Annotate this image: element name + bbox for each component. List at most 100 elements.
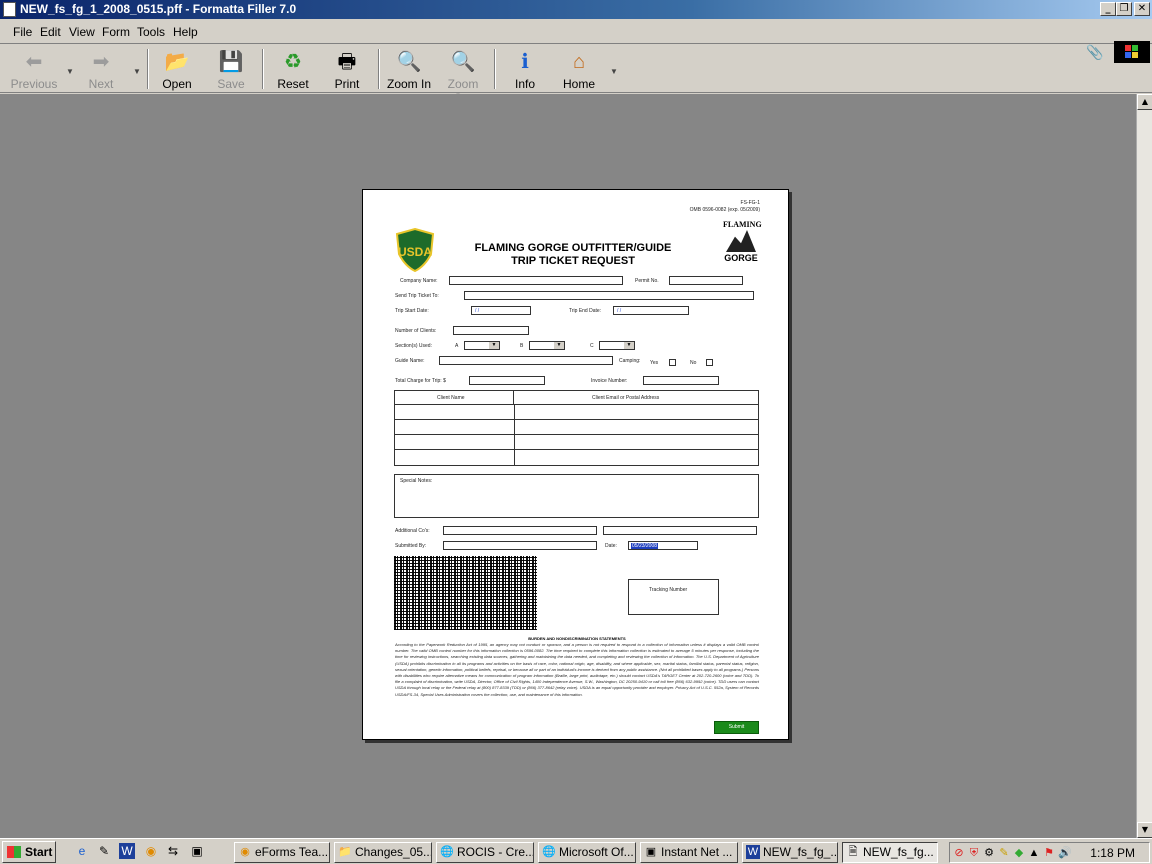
form-page: FS-FG-1 OMB 0596-0082 (exp. 05/2009) USD… (362, 189, 789, 740)
scroll-up-icon[interactable]: ▲ (1137, 94, 1152, 110)
camping-yes-checkbox[interactable] (669, 359, 676, 366)
submitted-by-field[interactable] (443, 541, 597, 550)
task-word-doc[interactable]: W NEW_fs_fg_... (742, 842, 838, 863)
reset-button[interactable]: ♻ Reset (268, 49, 318, 93)
open-button[interactable]: 📂 Open (152, 49, 202, 93)
print-button[interactable]: 🖶 Print (322, 49, 372, 93)
windows-flag-icon (7, 846, 21, 858)
network-icon[interactable]: ⇆ (165, 843, 181, 859)
close-button[interactable]: ✕ (1134, 2, 1150, 16)
floppy-disk-icon: 💾 (218, 51, 244, 73)
task-changes[interactable]: 📁 Changes_05... (334, 842, 432, 863)
special-notes-field[interactable]: Special Notes: (394, 474, 759, 518)
next-button[interactable]: ➡ Next (76, 49, 126, 93)
usda-logo-text: USDA (398, 245, 432, 259)
date-field[interactable]: 05/23/2008 (628, 541, 698, 550)
omb-number: OMB 0596-0082 (exp. 05/2009) (689, 207, 760, 213)
section-a-select[interactable]: ▼ (464, 341, 500, 350)
menu-edit[interactable]: Edit (40, 25, 61, 39)
start-button[interactable]: Start (2, 841, 56, 863)
document-view[interactable]: FS-FG-1 OMB 0596-0082 (exp. 05/2009) USD… (0, 94, 1136, 838)
word-icon: W (746, 845, 760, 859)
toolbar-separator (147, 49, 149, 89)
task-instant-net[interactable]: ▣ Instant Net ... (640, 842, 738, 863)
table-row[interactable] (395, 420, 758, 435)
browser-icon: 🌐 (440, 846, 454, 858)
invoice-number-field[interactable] (643, 376, 719, 385)
info-icon: ℹ (521, 51, 529, 73)
statement-title: BURDEN AND NONDISCRIMINATION STATEMENTS (528, 636, 626, 641)
chevron-down-icon: ▼ (489, 342, 499, 349)
title-bar[interactable]: NEW_fs_fg_1_2008_0515.pff - Formatta Fil… (0, 0, 1152, 19)
home-dropdown-icon[interactable]: ▼ (610, 67, 618, 76)
table-row[interactable] (395, 435, 758, 450)
form-title-line1: FLAMING GORGE OUTFITTER/GUIDE (474, 242, 672, 254)
restore-button[interactable]: ❐ (1116, 2, 1132, 16)
next-dropdown-icon[interactable]: ▼ (133, 67, 141, 76)
internet-explorer-icon[interactable]: e (74, 843, 90, 859)
magnifier-plus-icon: 🔍 (396, 51, 422, 73)
zoom-out-button[interactable]: 🔍 Zoom Out (438, 49, 488, 105)
section-c-select[interactable]: ▼ (599, 341, 635, 350)
form-code: FS-FG-1 (740, 200, 760, 206)
tray-shield-icon[interactable]: ⛨ (968, 846, 980, 860)
start-date-field[interactable]: / / (471, 306, 531, 315)
arrow-left-icon: ⬅ (25, 51, 43, 73)
notepad-icon[interactable]: ✎ (96, 843, 112, 859)
send-to-field[interactable] (464, 291, 754, 300)
minimize-button[interactable]: _ (1100, 2, 1116, 16)
permit-no-field[interactable] (669, 276, 743, 285)
task-formatta-active[interactable]: 🗎 NEW_fs_fg... (842, 842, 938, 863)
menu-form[interactable]: Form (102, 25, 130, 39)
save-button[interactable]: 💾 Save (206, 49, 256, 93)
task-rocis[interactable]: 🌐 ROCIS - Cre... (436, 842, 534, 863)
home-button[interactable]: ⌂ Home (554, 49, 604, 93)
table-row[interactable] (395, 405, 758, 420)
info-button[interactable]: ℹ Info (500, 49, 550, 93)
tray-pencil-icon[interactable]: ✎ (998, 846, 1010, 860)
toolbar-separator (262, 49, 264, 89)
previous-dropdown-icon[interactable]: ▼ (66, 67, 74, 76)
word-icon[interactable]: W (119, 843, 135, 859)
document-icon (3, 2, 16, 17)
tray-security-icon[interactable]: ⊘ (953, 846, 965, 860)
additional-cos-field-1[interactable] (443, 526, 597, 535)
menu-view[interactable]: View (69, 25, 95, 39)
company-name-field[interactable] (449, 276, 623, 285)
tray-warning-icon[interactable]: ▲ (1028, 846, 1040, 860)
tray-app-icon[interactable]: ◆ (1013, 846, 1025, 860)
vertical-scrollbar[interactable]: ▲ ▼ (1136, 94, 1152, 838)
menu-file[interactable]: File (13, 25, 32, 39)
camping-no-checkbox[interactable] (706, 359, 713, 366)
num-clients-field[interactable] (453, 326, 529, 335)
section-b-select[interactable]: ▼ (529, 341, 565, 350)
submit-button[interactable]: Submit (714, 721, 759, 734)
desktop-icon[interactable]: ▣ (189, 843, 205, 859)
zoom-in-button[interactable]: 🔍 Zoom In (384, 49, 434, 93)
system-tray: ⊘ ⛨ ⚙ ✎ ◆ ▲ ⚑ 🔊 1:18 PM (949, 842, 1150, 863)
tray-flag-icon[interactable]: ⚑ (1043, 846, 1055, 860)
app-icon[interactable]: ◉ (143, 843, 159, 859)
clock: 1:18 PM (1090, 846, 1135, 860)
folder-icon: 📁 (338, 846, 352, 858)
scroll-down-icon[interactable]: ▼ (1137, 822, 1152, 838)
total-charge-field[interactable] (469, 376, 545, 385)
tray-network-icon[interactable]: ⚙ (983, 846, 995, 860)
task-eforms[interactable]: ◉ eForms Tea... (234, 842, 330, 863)
previous-button[interactable]: ⬅ Previous (9, 49, 59, 93)
client-table: Client Name Client Email or Postal Addre… (394, 390, 759, 466)
printer-icon: 🖶 (337, 51, 357, 73)
guide-name-field[interactable] (439, 356, 613, 365)
menu-tools[interactable]: Tools (137, 25, 165, 39)
menu-help[interactable]: Help (173, 25, 198, 39)
toolbar-separator (494, 49, 496, 89)
tray-speaker-icon[interactable]: 🔊 (1058, 846, 1072, 860)
additional-cos-field-2[interactable] (603, 526, 757, 535)
usda-shield-logo: USDA (395, 228, 435, 272)
menu-bar: File Edit View Form Tools Help 📎 (0, 20, 1152, 63)
chevron-down-icon: ▼ (624, 342, 634, 349)
folder-icon: 📂 (164, 51, 190, 73)
task-microsoft-office[interactable]: 🌐 Microsoft Of... (538, 842, 636, 863)
end-date-field[interactable]: / / (613, 306, 689, 315)
toolbar: ⬅ Previous ▼ ➡ Next ▼ 📂 Open 💾 Save ♻ Re… (0, 45, 1152, 105)
